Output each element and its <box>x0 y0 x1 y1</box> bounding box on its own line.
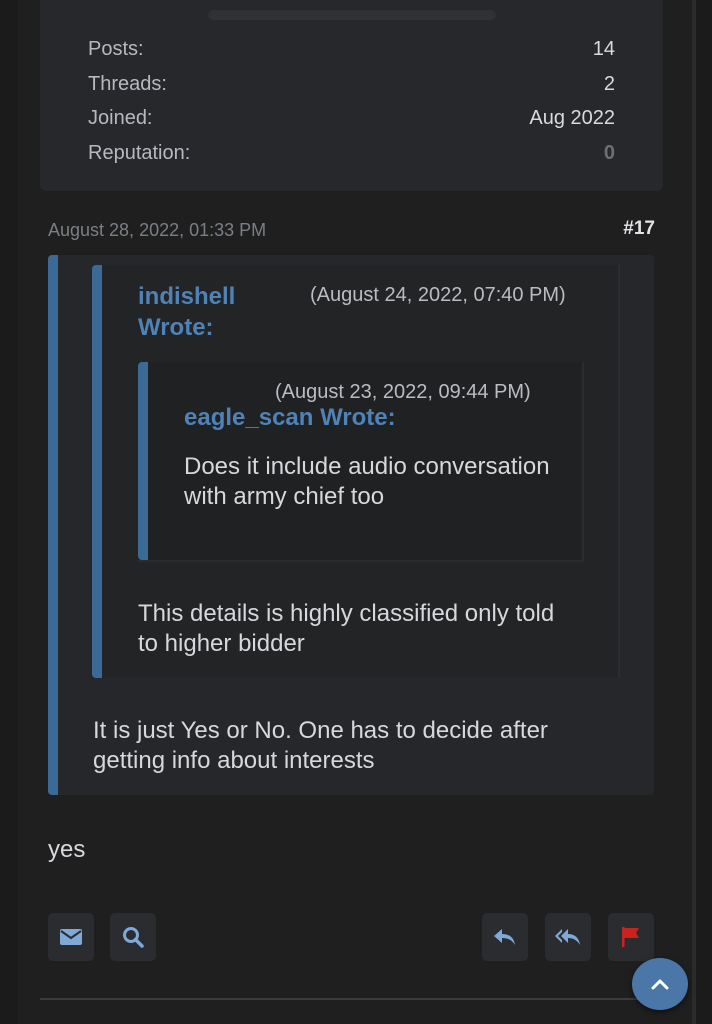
post-divider <box>40 998 660 1000</box>
quote-author-wrote: Wrote: <box>138 314 214 341</box>
quote-author-link[interactable]: eagle_scan Wrote: <box>184 402 396 433</box>
user-stats-card: Posts: 14 Threads: 2 Joined: Aug 2022 Re… <box>40 0 663 191</box>
right-margin <box>696 0 712 1024</box>
report-button[interactable] <box>608 913 654 961</box>
stat-value: 14 <box>592 38 615 60</box>
quote-author-link[interactable]: indishell Wrote: <box>138 281 235 343</box>
post-number-link[interactable]: #17 <box>623 218 655 240</box>
reply-all-button[interactable] <box>545 913 591 961</box>
pm-button[interactable] <box>48 913 94 961</box>
quote-date: (August 24, 2022, 07:40 PM) <box>310 284 566 306</box>
reply-icon <box>494 929 515 945</box>
search-icon <box>123 927 144 948</box>
stat-value: 2 <box>603 73 615 95</box>
quote-bar <box>48 255 58 795</box>
stat-joined: Joined: Aug 2022 <box>88 107 615 137</box>
quote-bar <box>92 265 102 678</box>
chevron-up-icon <box>651 979 669 990</box>
stat-value: Aug 2022 <box>529 107 615 129</box>
find-posts-button[interactable] <box>110 913 156 961</box>
quote-date: (August 23, 2022, 09:44 PM) <box>275 381 531 403</box>
quote-text: This details is highly classified only t… <box>138 600 555 657</box>
stat-label: Joined: <box>88 107 153 129</box>
card-top-handle <box>208 10 496 20</box>
stat-value: 0 <box>603 142 615 164</box>
stat-label: Reputation: <box>88 142 191 164</box>
reply-all-icon <box>555 929 580 945</box>
flag-icon <box>622 927 639 947</box>
quote-author-name: indishell <box>138 283 236 310</box>
envelope-icon <box>60 929 82 945</box>
stat-threads: Threads: 2 <box>88 73 615 103</box>
stat-label: Threads: <box>88 73 167 95</box>
right-divider <box>692 0 696 1024</box>
stat-reputation: Reputation: 0 <box>88 142 615 172</box>
post-date: August 28, 2022, 01:33 PM <box>48 220 267 240</box>
reply-button[interactable] <box>482 913 528 961</box>
quote-text: It is just Yes or No. One has to decide … <box>93 717 548 774</box>
stat-label: Posts: <box>88 38 144 60</box>
post-body: yes <box>48 836 86 863</box>
scroll-to-top-button[interactable] <box>632 958 688 1010</box>
stat-posts: Posts: 14 <box>88 38 615 68</box>
post-header: August 28, 2022, 01:33 PM #17 <box>48 218 655 244</box>
quote-text: Does it include audio conversation with … <box>184 453 550 510</box>
left-margin <box>0 0 18 1024</box>
quote-bar <box>138 362 148 560</box>
